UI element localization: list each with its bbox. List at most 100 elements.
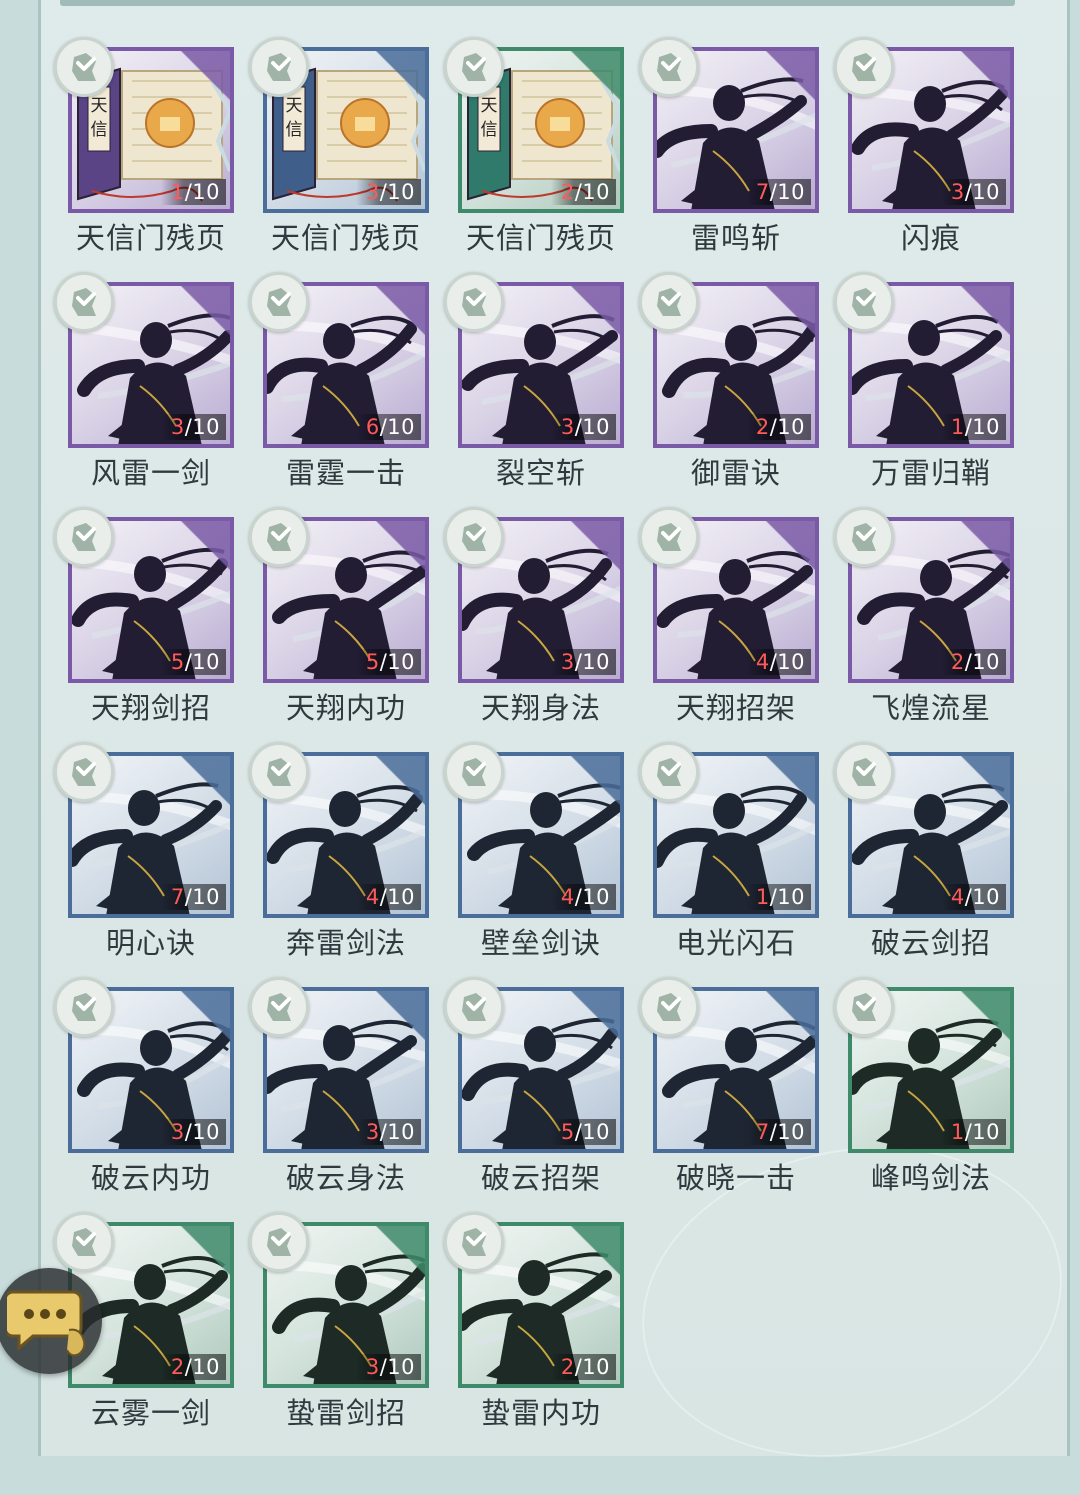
fragment-count: 2/10 xyxy=(745,414,811,440)
item-card[interactable]: 2/10 蛰雷内功 xyxy=(444,1212,624,1430)
item-card[interactable]: 7/10 明心诀 xyxy=(54,742,234,960)
owned-count: 4 xyxy=(365,885,380,909)
max-count: /10 xyxy=(769,885,805,909)
max-count: /10 xyxy=(379,415,415,439)
synthesis-badge-icon xyxy=(462,288,486,316)
synthesis-badge[interactable] xyxy=(834,507,894,567)
synthesis-badge[interactable] xyxy=(54,37,114,97)
synthesis-badge[interactable] xyxy=(834,977,894,1037)
synthesis-badge[interactable] xyxy=(54,742,114,802)
synthesis-badge[interactable] xyxy=(444,37,504,97)
item-card[interactable]: 1/10 电光闪石 xyxy=(639,742,819,960)
item-card[interactable]: 7/10 雷鸣斩 xyxy=(639,37,819,255)
item-card[interactable]: 3/10 风雷一剑 xyxy=(54,272,234,490)
synthesis-badge[interactable] xyxy=(249,272,309,332)
synthesis-badge[interactable] xyxy=(444,272,504,332)
item-card[interactable]: 2/10 御雷诀 xyxy=(639,272,819,490)
rarity-corner xyxy=(568,991,620,1043)
max-count: /10 xyxy=(769,650,805,674)
synthesis-badge-icon xyxy=(852,523,876,551)
max-count: /10 xyxy=(184,650,220,674)
rarity-corner xyxy=(373,756,425,808)
fragment-count: 1/10 xyxy=(940,1119,1006,1145)
max-count: /10 xyxy=(379,650,415,674)
synthesis-badge[interactable] xyxy=(54,977,114,1037)
item-name: 天信门残页 xyxy=(465,221,616,255)
synthesis-badge[interactable] xyxy=(834,37,894,97)
rarity-corner xyxy=(373,51,425,103)
synthesis-badge-icon xyxy=(267,288,291,316)
item-card[interactable]: 2/10 飞煌流星 xyxy=(834,507,1014,725)
item-card[interactable]: 1/10 万雷归鞘 xyxy=(834,272,1014,490)
synthesis-badge[interactable] xyxy=(444,742,504,802)
synthesis-badge-icon xyxy=(72,288,96,316)
item-card[interactable]: 4/10 奔雷剑法 xyxy=(249,742,429,960)
item-card[interactable]: 5/10 天翔剑招 xyxy=(54,507,234,725)
synthesis-badge-icon xyxy=(852,993,876,1021)
max-count: /10 xyxy=(574,650,610,674)
item-card[interactable]: 天信 2/10 天信门残页 xyxy=(444,37,624,255)
item-card[interactable]: 6/10 雷霆一击 xyxy=(249,272,429,490)
synthesis-badge[interactable] xyxy=(54,272,114,332)
fragment-count: 5/10 xyxy=(355,649,421,675)
item-name: 闪痕 xyxy=(900,221,961,255)
synthesis-badge[interactable] xyxy=(249,37,309,97)
item-card[interactable]: 3/10 破云内功 xyxy=(54,977,234,1195)
item-name: 破晓一击 xyxy=(675,1161,796,1195)
item-name: 天翔招架 xyxy=(675,691,796,725)
item-card[interactable]: 3/10 裂空斩 xyxy=(444,272,624,490)
item-name: 天信门残页 xyxy=(270,221,421,255)
item-card[interactable]: 天信 1/10 天信门残页 xyxy=(54,37,234,255)
owned-count: 7 xyxy=(755,1120,770,1144)
item-name: 破云身法 xyxy=(285,1161,406,1195)
synthesis-badge[interactable] xyxy=(54,507,114,567)
owned-count: 2 xyxy=(755,415,770,439)
owned-count: 6 xyxy=(365,415,380,439)
synthesis-badge[interactable] xyxy=(249,977,309,1037)
item-card[interactable]: 3/10 破云身法 xyxy=(249,977,429,1195)
item-card[interactable]: 3/10 天翔身法 xyxy=(444,507,624,725)
fragment-count: 4/10 xyxy=(355,884,421,910)
synthesis-badge[interactable] xyxy=(444,507,504,567)
synthesis-badge[interactable] xyxy=(639,507,699,567)
item-card[interactable]: 1/10 峰鸣剑法 xyxy=(834,977,1014,1195)
chat-button[interactable] xyxy=(0,1268,102,1374)
item-card[interactable]: 3/10 蛰雷剑招 xyxy=(249,1212,429,1430)
synthesis-badge[interactable] xyxy=(249,1212,309,1272)
panel-top-edge xyxy=(60,0,1015,6)
synthesis-badge[interactable] xyxy=(249,507,309,567)
item-card[interactable]: 5/10 天翔内功 xyxy=(249,507,429,725)
synthesis-badge-icon xyxy=(657,993,681,1021)
fragment-count: 4/10 xyxy=(550,884,616,910)
synthesis-badge-icon xyxy=(72,53,96,81)
item-card[interactable]: 7/10 破晓一击 xyxy=(639,977,819,1195)
synthesis-badge[interactable] xyxy=(639,977,699,1037)
owned-count: 1 xyxy=(950,415,965,439)
synthesis-badge[interactable] xyxy=(444,1212,504,1272)
max-count: /10 xyxy=(769,180,805,204)
synthesis-badge[interactable] xyxy=(639,742,699,802)
item-card[interactable]: 5/10 破云招架 xyxy=(444,977,624,1195)
rarity-corner xyxy=(568,286,620,338)
rarity-corner xyxy=(763,521,815,573)
synthesis-badge[interactable] xyxy=(834,742,894,802)
synthesis-badge[interactable] xyxy=(639,37,699,97)
owned-count: 5 xyxy=(560,1120,575,1144)
fragment-count: 5/10 xyxy=(550,1119,616,1145)
max-count: /10 xyxy=(574,180,610,204)
item-card[interactable]: 4/10 破云剑招 xyxy=(834,742,1014,960)
item-name: 雷鸣斩 xyxy=(690,221,781,255)
item-card[interactable]: 天信 3/10 天信门残页 xyxy=(249,37,429,255)
item-name: 风雷一剑 xyxy=(90,456,211,490)
synthesis-badge-icon xyxy=(852,53,876,81)
synthesis-badge[interactable] xyxy=(639,272,699,332)
fragment-count: 3/10 xyxy=(550,649,616,675)
synthesis-badge[interactable] xyxy=(834,272,894,332)
item-card[interactable]: 4/10 壁垒剑诀 xyxy=(444,742,624,960)
item-card[interactable]: 4/10 天翔招架 xyxy=(639,507,819,725)
synthesis-badge[interactable] xyxy=(444,977,504,1037)
item-card[interactable]: 3/10 闪痕 xyxy=(834,37,1014,255)
synthesis-badge[interactable] xyxy=(54,1212,114,1272)
owned-count: 2 xyxy=(950,650,965,674)
synthesis-badge[interactable] xyxy=(249,742,309,802)
